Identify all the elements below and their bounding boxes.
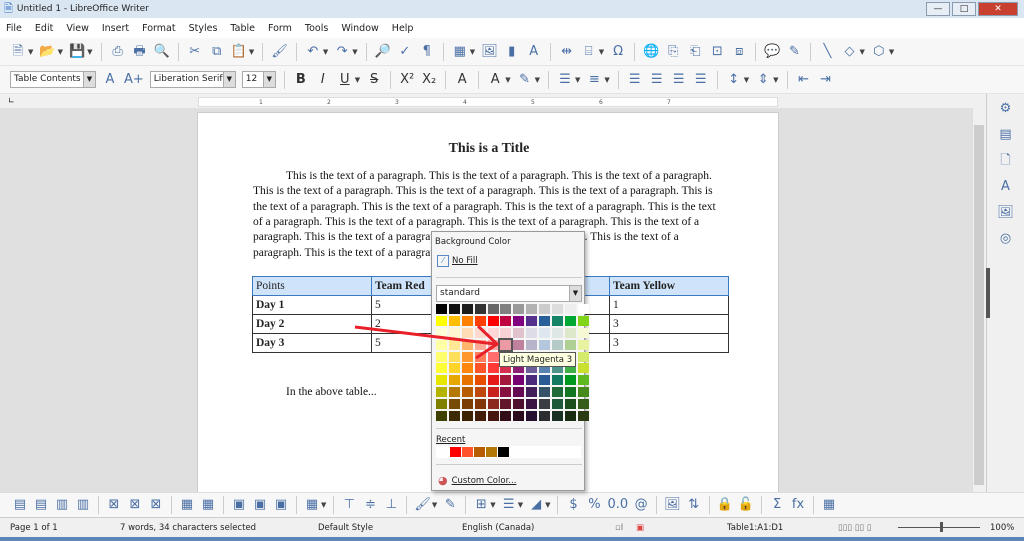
arrow-shaft <box>354 325 496 346</box>
color-tooltip: Light Magenta 3 <box>499 352 577 367</box>
annotation-arrow <box>354 324 500 360</box>
